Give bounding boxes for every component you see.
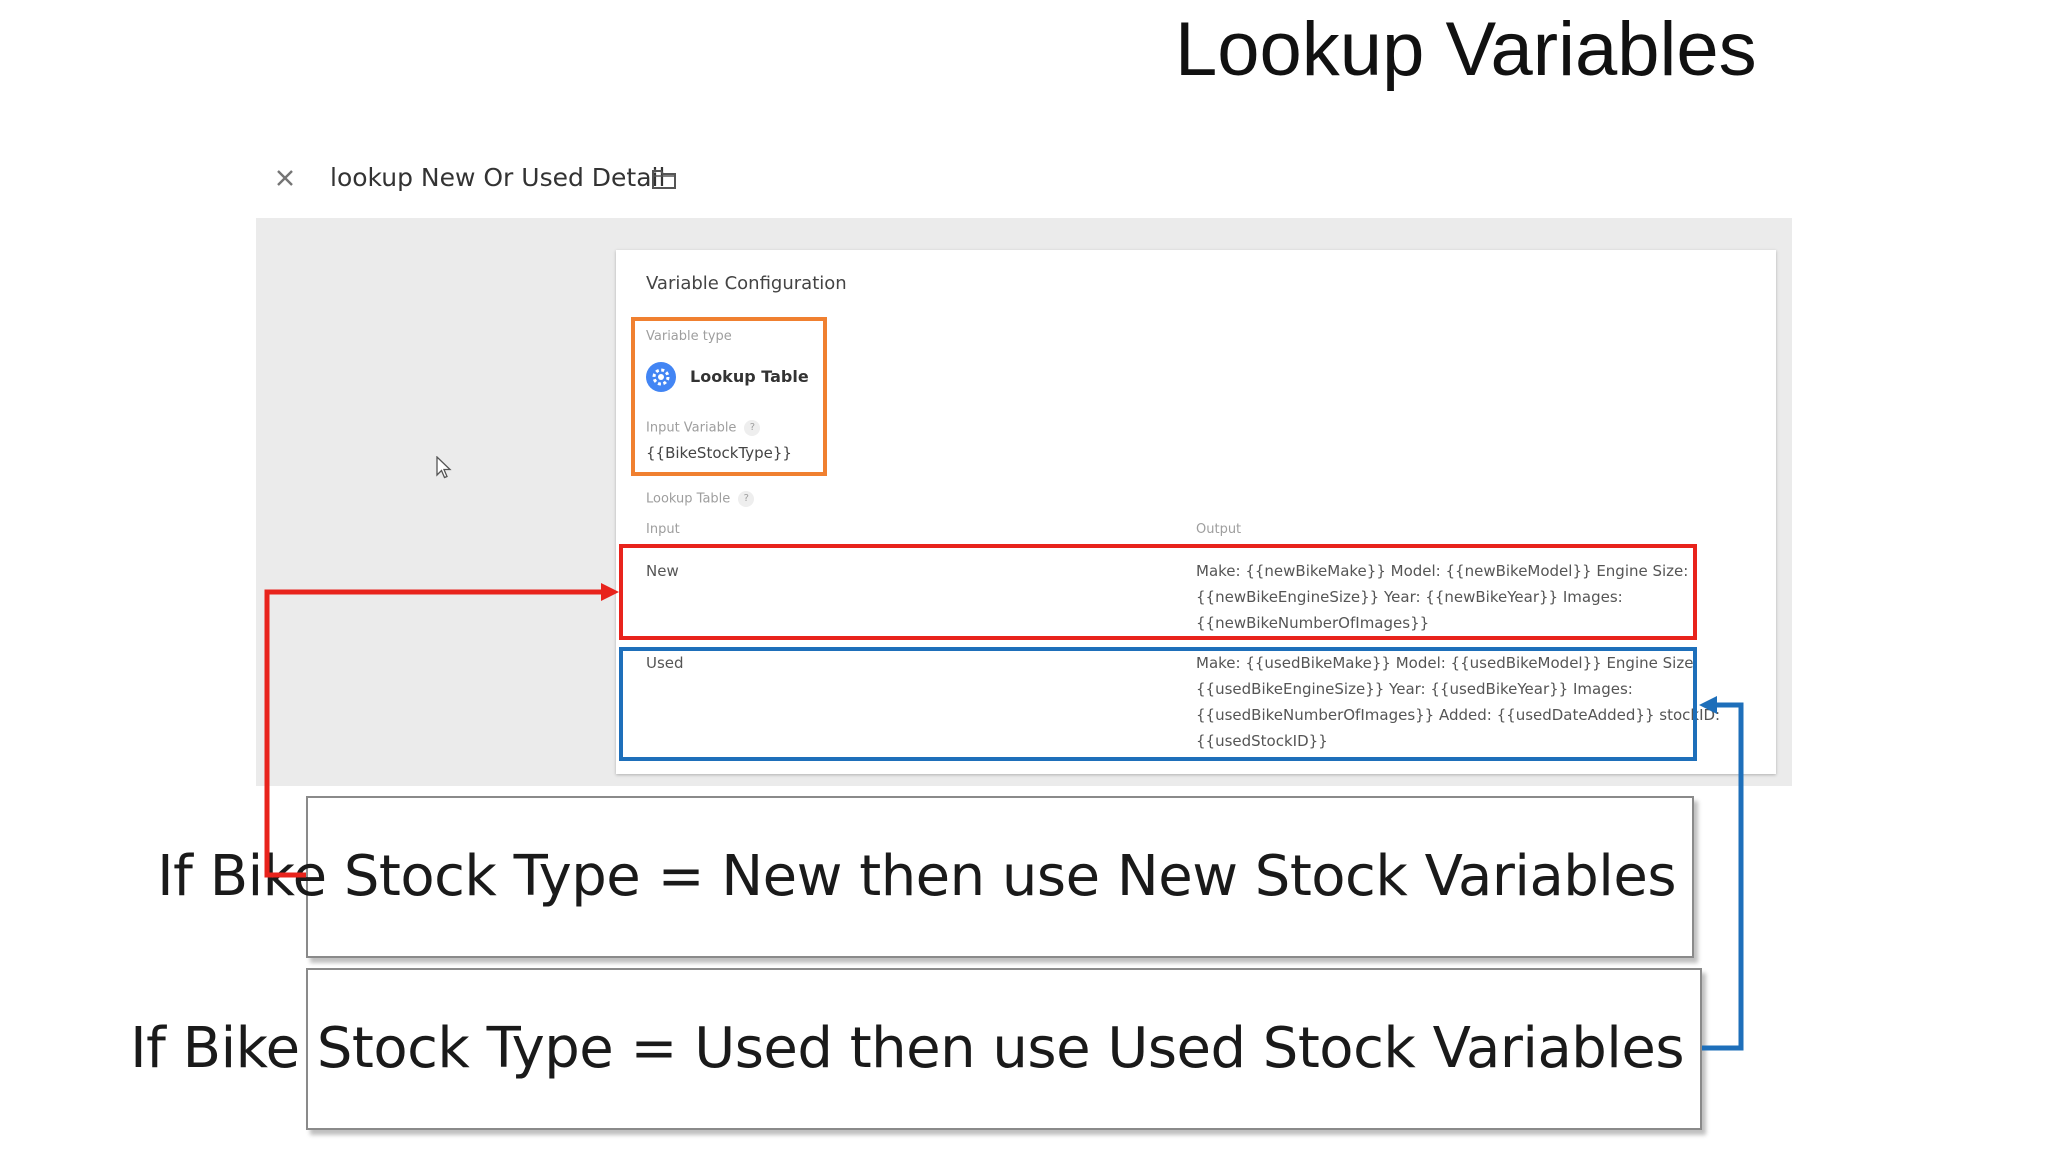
new-row-highlight [619,544,1697,640]
lookup-table-label-text: Lookup Table [646,491,731,507]
close-icon[interactable] [270,163,300,193]
variable-name[interactable]: lookup New Or Used Detail [330,163,665,192]
callout-new-text: If Bike Stock Type = New then use New St… [157,844,1676,909]
help-icon[interactable]: ? [738,491,755,507]
variable-type-highlight [631,317,827,476]
folder-icon[interactable] [651,167,677,191]
used-row-highlight [619,647,1697,761]
column-header-output: Output [1196,522,1242,537]
slide-title: Lookup Variables [1175,7,1757,92]
callout-used-text: If Bike Stock Type = Used then use Used … [130,1016,1684,1081]
card-title: Variable Configuration [646,273,847,294]
column-header-input: Input [646,522,680,537]
callout-new: If Bike Stock Type = New then use New St… [157,796,1694,958]
mouse-cursor-icon [436,455,452,485]
callout-used: If Bike Stock Type = Used then use Used … [130,968,1702,1130]
lookup-table-label: Lookup Table? [646,491,755,507]
